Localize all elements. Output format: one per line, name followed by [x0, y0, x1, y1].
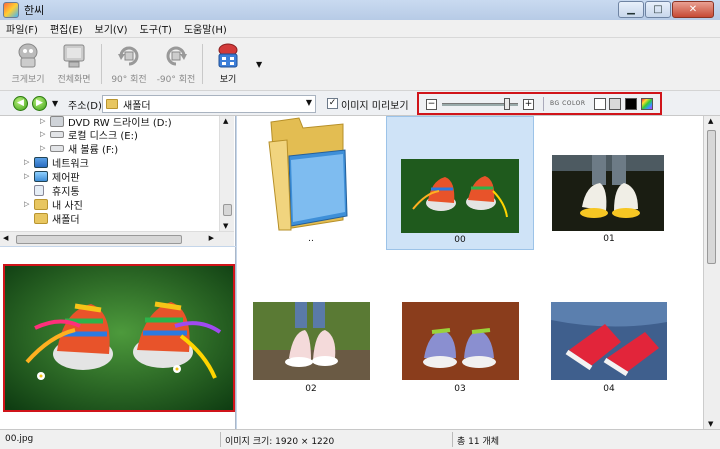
- thumbnail-04[interactable]: 04: [535, 286, 683, 420]
- magnify-view-icon: [15, 42, 41, 70]
- tree-item-control-panel[interactable]: ▷ 제어판: [24, 169, 80, 184]
- rotate-90-button[interactable]: 90° 회전: [103, 40, 155, 88]
- toolbar: 크게보기 전체화면 90° 회전 -90° 회전 보기: [0, 38, 720, 90]
- hard-disk-icon: [50, 144, 64, 152]
- thumbnail-00[interactable]: 00: [386, 116, 534, 250]
- thumbnail-vertical-scrollbar[interactable]: ▲ ▼: [703, 116, 720, 429]
- fullscreen-icon: [61, 42, 87, 70]
- thumbnail-03[interactable]: 03: [386, 286, 534, 420]
- forward-button[interactable]: ▶: [32, 96, 47, 111]
- zoom-and-color-controls: − + BG COLOR: [417, 92, 662, 115]
- status-item-count: 총 11 개체: [457, 437, 500, 447]
- back-button[interactable]: ◀: [13, 96, 28, 111]
- rotate-minus-90-button[interactable]: -90° 회전: [150, 40, 202, 88]
- fullscreen-button[interactable]: 전체화면: [48, 40, 100, 88]
- thumbnail-02[interactable]: 02: [237, 286, 385, 420]
- folder-icon: [34, 198, 48, 210]
- dvd-drive-icon: [50, 115, 64, 127]
- folder-icon: [34, 212, 48, 224]
- swatch-gray[interactable]: [609, 98, 621, 110]
- image-preview-label: 이미지 미리보기: [341, 101, 409, 112]
- toolbar-separator: [101, 44, 102, 84]
- status-image-size: 이미지 크기: 1920 × 1220: [225, 437, 335, 447]
- swatch-black[interactable]: [625, 98, 637, 110]
- menu-help[interactable]: 도움말(H): [178, 21, 233, 36]
- address-value: 새폴더: [123, 100, 151, 112]
- tree-item-volume-f[interactable]: ▷ 새 볼륨 (F:): [40, 141, 118, 156]
- separator: [543, 97, 544, 111]
- thumbnail-parent-folder[interactable]: ..: [237, 116, 385, 250]
- title-bar: 한씨 ▁ □ ✕: [0, 0, 720, 20]
- tree-item-new-folder[interactable]: 새폴더: [24, 211, 80, 226]
- scroll-thumb[interactable]: [223, 204, 232, 216]
- view-mode-icon: [215, 42, 241, 70]
- tree-vertical-scrollbar[interactable]: ▲ ▼: [219, 116, 234, 231]
- address-bar: ◀ ▶ ▼ 주소(D) 새폴더 ▼ ✓ 이미지 미리보기 − + BG COLO…: [0, 90, 720, 116]
- tree-item-recycle-bin[interactable]: 휴지통: [24, 183, 80, 198]
- history-dropdown-icon[interactable]: ▼: [52, 99, 58, 108]
- enlarge-view-button[interactable]: 크게보기: [2, 40, 54, 88]
- menu-edit[interactable]: 편집(E): [44, 21, 89, 36]
- bg-color-label: BG COLOR: [550, 100, 586, 107]
- zoom-out-button[interactable]: −: [426, 99, 437, 110]
- control-panel-icon: [34, 170, 48, 182]
- preview-panel: [0, 247, 236, 429]
- rotate-cw-icon: [116, 42, 142, 70]
- recycle-bin-icon: [34, 184, 44, 196]
- status-file-name: 00.jpg: [5, 434, 34, 444]
- maximize-button[interactable]: □: [645, 1, 671, 18]
- app-icon: [3, 2, 19, 18]
- network-icon: [34, 156, 48, 168]
- close-button[interactable]: ✕: [672, 1, 714, 18]
- tree-horizontal-scrollbar[interactable]: ◀ ▶: [0, 231, 234, 246]
- thumbnail-image: [401, 159, 519, 233]
- menu-view[interactable]: 보기(V): [89, 21, 134, 36]
- swatch-multicolor[interactable]: [641, 98, 653, 110]
- view-dropdown-arrow[interactable]: ▼: [256, 60, 262, 69]
- scroll-thumb[interactable]: [16, 235, 182, 244]
- thumbnail-image: [551, 302, 667, 380]
- thumbnail-01[interactable]: 01: [535, 116, 683, 250]
- address-label: 주소(D): [68, 101, 102, 112]
- rotate-ccw-icon: [163, 42, 189, 70]
- thumbnail-image: [253, 302, 370, 380]
- address-input[interactable]: 새폴더 ▼: [102, 95, 316, 113]
- status-bar: 00.jpg 이미지 크기: 1920 × 1220 총 11 개체: [0, 429, 720, 449]
- address-dropdown-icon[interactable]: ▼: [306, 98, 312, 107]
- view-mode-button[interactable]: 보기: [202, 40, 254, 88]
- folder-tree: ▷ DVD RW 드라이브 (D:) ▷ 로컬 디스크 (E:) ▷ 새 볼륨 …: [0, 115, 236, 246]
- menu-file[interactable]: 파일(F): [0, 21, 44, 36]
- scroll-thumb[interactable]: [707, 130, 716, 264]
- tree-item-my-pictures[interactable]: ▷ 내 사진: [24, 197, 83, 212]
- minimize-button[interactable]: ▁: [618, 1, 644, 18]
- thumbnail-image: [552, 155, 664, 231]
- tree-item-network[interactable]: ▷ 네트워크: [24, 155, 89, 170]
- menu-tools[interactable]: 도구(T): [134, 21, 178, 36]
- zoom-in-button[interactable]: +: [523, 99, 534, 110]
- thumbnail-image: [402, 302, 519, 380]
- preview-image: [3, 264, 235, 412]
- window-title: 한씨: [24, 4, 45, 17]
- menu-bar: 파일(F) 편집(E) 보기(V) 도구(T) 도움말(H): [0, 20, 720, 38]
- thumbnail-grid: .. 00 01 02 03 04: [237, 116, 703, 429]
- slider-thumb[interactable]: [503, 98, 510, 110]
- swatch-white[interactable]: [594, 98, 606, 110]
- tree-item-disk-e[interactable]: ▷ 로컬 디스크 (E:): [40, 127, 138, 142]
- hard-disk-icon: [50, 130, 64, 138]
- folder-icon: [265, 116, 349, 232]
- folder-icon: [106, 99, 118, 109]
- image-preview-checkbox[interactable]: ✓: [327, 98, 338, 109]
